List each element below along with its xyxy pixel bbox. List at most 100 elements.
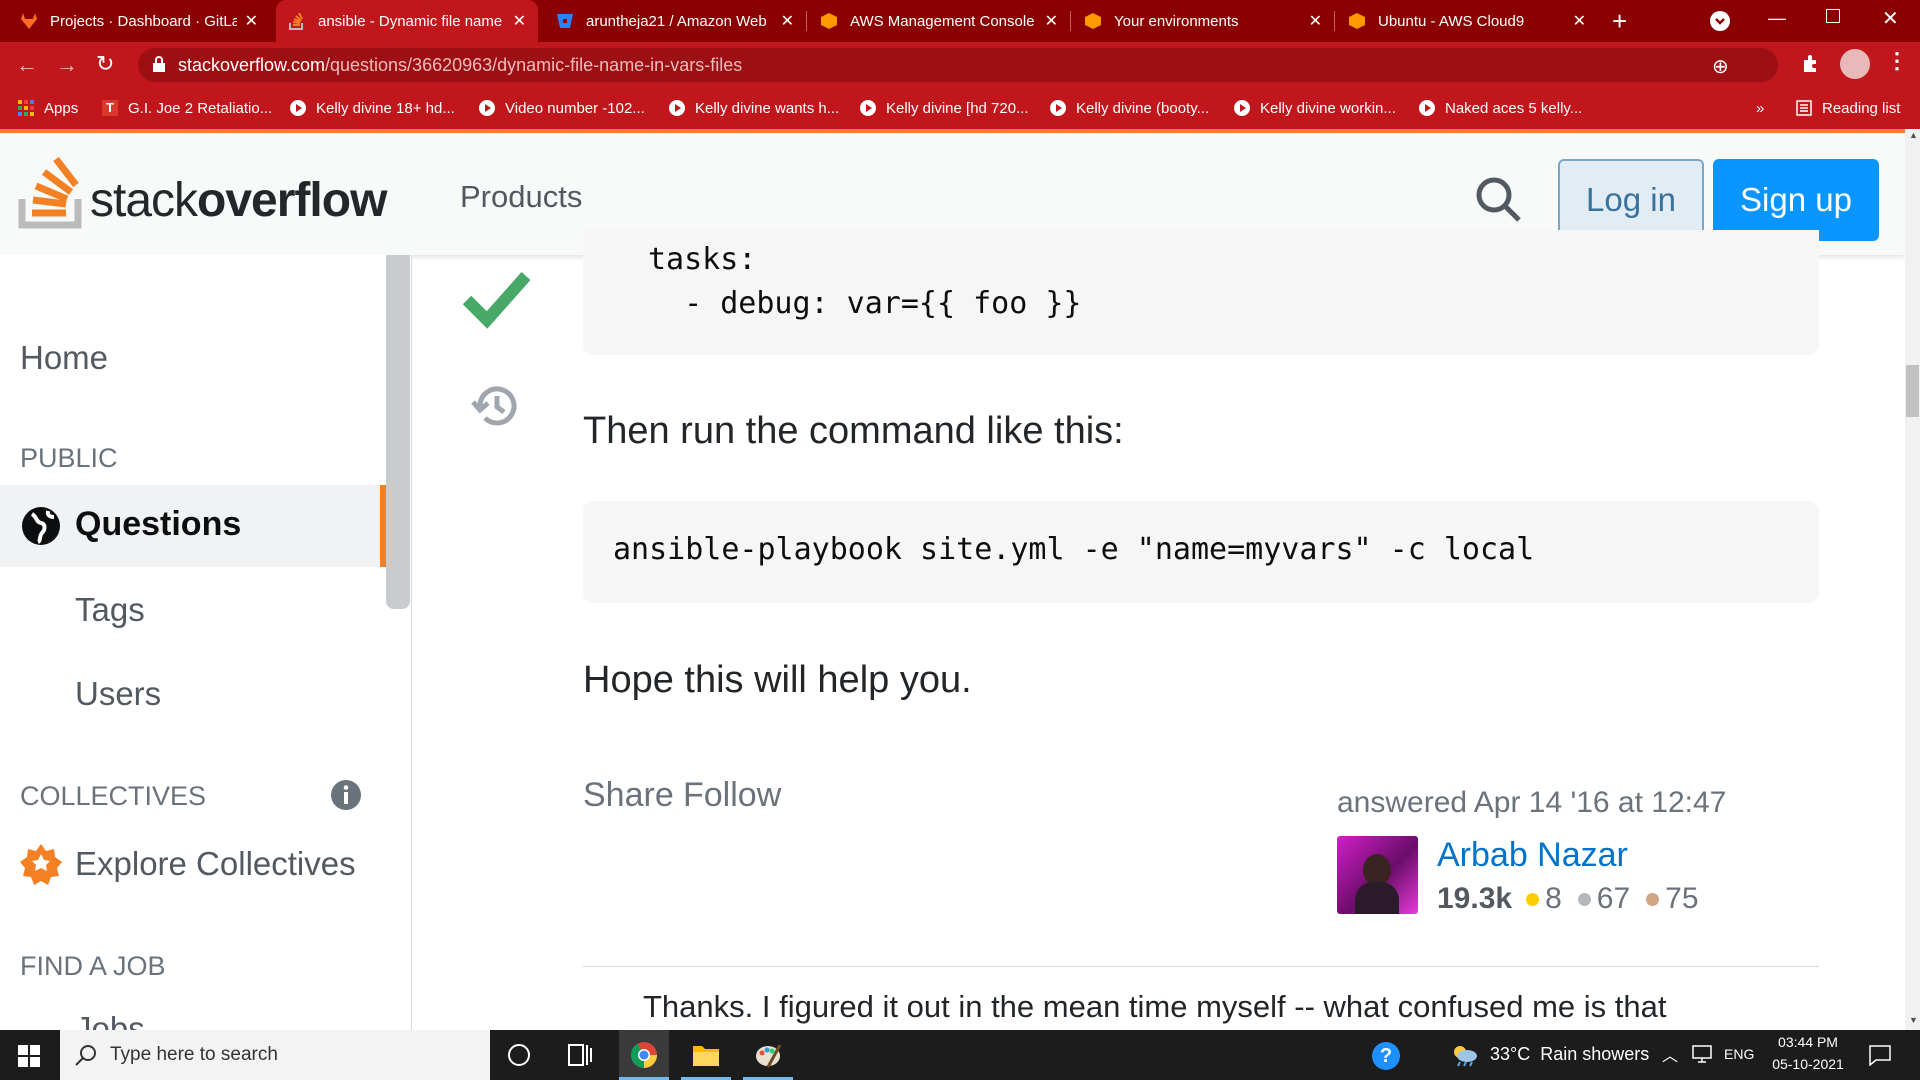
bronze-badge-icon xyxy=(1646,892,1660,906)
scroll-down-icon[interactable]: ▼ xyxy=(1909,1015,1918,1025)
close-tab-icon[interactable]: ✕ xyxy=(781,11,794,31)
products-menu[interactable]: Products xyxy=(460,179,582,215)
extensions-icon[interactable] xyxy=(1800,52,1822,79)
bookmark-item[interactable]: Kelly divine wants h... xyxy=(669,96,839,120)
bookmark-item[interactable]: Kelly divine [hd 720... xyxy=(860,96,1029,120)
nav-section-public: PUBLIC xyxy=(20,443,118,473)
nav-jobs[interactable]: Jobs xyxy=(75,1010,145,1030)
close-window-button[interactable]: ✕ xyxy=(1882,6,1899,31)
nav-explore-collectives[interactable]: Explore Collectives xyxy=(75,845,356,883)
user-name-link[interactable]: Arbab Nazar xyxy=(1437,836,1628,875)
minimize-button[interactable]: — xyxy=(1768,8,1786,29)
bookmark-item[interactable]: Kelly divine 18+ hd... xyxy=(290,96,455,120)
notification-icon[interactable] xyxy=(1868,1044,1892,1071)
new-tab-button[interactable]: + xyxy=(1612,6,1627,37)
windows-start-icon[interactable] xyxy=(18,1045,40,1072)
comments-divider xyxy=(583,966,1819,967)
nav-tags[interactable]: Tags xyxy=(75,591,145,629)
chevron-up-icon[interactable]: ︿ xyxy=(1662,1042,1678,1066)
close-tab-icon[interactable]: ✕ xyxy=(1309,11,1322,31)
logo-text-bold: overflow xyxy=(197,174,387,227)
bookmark-item[interactable]: Video number -102... xyxy=(479,96,645,120)
signup-button[interactable]: Sign up xyxy=(1713,159,1879,241)
follow-link[interactable]: Follow xyxy=(683,776,781,815)
close-tab-icon[interactable]: ✕ xyxy=(245,11,258,31)
reading-list-button[interactable]: Reading list xyxy=(1796,96,1900,120)
tab-gitlab[interactable]: Projects · Dashboard · GitLab ✕ xyxy=(8,0,270,42)
nav-section-collectives: COLLECTIVES xyxy=(20,781,207,811)
help-icon[interactable]: ? xyxy=(1372,1042,1400,1070)
more-bookmarks-button[interactable]: » xyxy=(1756,96,1764,120)
close-tab-icon[interactable]: ✕ xyxy=(513,11,526,31)
youtube-icon xyxy=(479,100,495,116)
page-scrollbar[interactable]: ▲ ▼ xyxy=(1905,129,1920,1030)
back-icon[interactable]: ← xyxy=(16,52,38,78)
tab-aws-console[interactable]: AWS Management Console ✕ xyxy=(808,0,1070,42)
history-icon[interactable] xyxy=(470,380,522,437)
clock-time[interactable]: 03:44 PM xyxy=(1768,1034,1848,1050)
answered-timestamp[interactable]: answered Apr 14 '16 at 12:47 xyxy=(1337,786,1726,820)
cortana-icon[interactable] xyxy=(508,1044,530,1066)
avatar-body xyxy=(1355,882,1399,914)
reload-icon[interactable]: ↻ xyxy=(96,51,114,77)
search-icon[interactable] xyxy=(1474,175,1524,230)
accepted-checkmark-icon[interactable] xyxy=(462,262,532,337)
url-path: /questions/36620963/dynamic-file-name-in… xyxy=(325,55,743,75)
clock-date[interactable]: 05-10-2021 xyxy=(1768,1056,1848,1072)
weather-text[interactable]: 33°C Rain showers xyxy=(1490,1044,1649,1065)
close-tab-icon[interactable]: ✕ xyxy=(1045,11,1058,31)
bookmark-item[interactable]: T G.I. Joe 2 Retaliatio... xyxy=(102,96,272,120)
bookmark-item[interactable]: Kelly divine workin... xyxy=(1234,96,1396,120)
info-icon[interactable] xyxy=(330,779,362,816)
url-host: stackoverflow.com xyxy=(178,55,326,75)
tab-title: ansible - Dynamic file name xyxy=(318,12,503,30)
bookmark-item[interactable]: Naked aces 5 kelly... xyxy=(1419,96,1582,120)
bookmark-item[interactable]: Kelly divine (booty... xyxy=(1050,96,1209,120)
nav-section-find-job: FIND A JOB xyxy=(20,951,166,981)
code-line: - debug: var={{ foo }} xyxy=(648,286,1082,321)
scroll-up-icon[interactable]: ▲ xyxy=(1909,130,1918,140)
menu-icon[interactable]: ⋮ xyxy=(1886,48,1908,74)
tab-cloud9[interactable]: Ubuntu - AWS Cloud9 ✕ xyxy=(1336,0,1598,42)
bronze-badge-count: 75 xyxy=(1665,882,1699,915)
login-button[interactable]: Log in xyxy=(1558,159,1704,241)
sidebar-scroll-thumb[interactable] xyxy=(386,255,410,609)
maximize-button[interactable] xyxy=(1826,9,1840,23)
nav-users[interactable]: Users xyxy=(75,675,161,713)
tab-strip: Projects · Dashboard · GitLab ✕ ansible … xyxy=(0,0,1920,42)
profile-avatar[interactable] xyxy=(1840,49,1870,79)
user-avatar[interactable] xyxy=(1337,836,1418,914)
stackoverflow-logo[interactable] xyxy=(18,153,84,234)
tab-search-button[interactable] xyxy=(1710,11,1730,31)
weather-icon[interactable] xyxy=(1450,1043,1478,1072)
zoom-icon[interactable]: ⊕ xyxy=(1712,54,1729,79)
taskbar-file-explorer[interactable] xyxy=(681,1030,731,1080)
aws-icon xyxy=(820,12,838,30)
forward-icon[interactable]: → xyxy=(56,52,78,78)
comment-clip: Thanks. I figured it out in the mean tim… xyxy=(643,989,1819,1030)
taskbar-chrome[interactable] xyxy=(619,1030,669,1080)
lock-icon xyxy=(152,56,166,77)
answer-paragraph: Then run the command like this: xyxy=(583,410,1124,452)
taskbar-search-box[interactable]: Type here to search xyxy=(60,1030,490,1080)
network-icon[interactable] xyxy=(1692,1044,1714,1069)
youtube-icon xyxy=(860,100,876,116)
address-bar[interactable]: stackoverflow.com /questions/36620963/dy… xyxy=(138,48,1778,82)
task-view-icon[interactable] xyxy=(568,1044,592,1071)
tab-bitbucket[interactable]: aruntheja21 / Amazon Web ✕ xyxy=(544,0,806,42)
page-scroll-thumb[interactable] xyxy=(1906,365,1919,417)
tab-stackoverflow[interactable]: ansible - Dynamic file name ✕ xyxy=(276,0,538,42)
tab-environments[interactable]: Your environments ✕ xyxy=(1072,0,1334,42)
nav-home[interactable]: Home xyxy=(20,339,108,377)
sidebar-scrollbar[interactable] xyxy=(386,255,410,609)
language-indicator[interactable]: ENG xyxy=(1724,1046,1754,1062)
nav-questions[interactable]: Questions xyxy=(0,485,386,567)
left-sidebar: Home PUBLIC Questions Tags Users COLLECT… xyxy=(0,255,412,1030)
taskbar-paint[interactable] xyxy=(743,1030,793,1080)
bookmark-apps[interactable]: Apps xyxy=(18,96,78,120)
code-block: tasks: - debug: var={{ foo }} xyxy=(583,230,1819,355)
collectives-star-icon xyxy=(20,843,62,890)
share-link[interactable]: Share xyxy=(583,776,674,815)
stackoverflow-icon xyxy=(18,156,82,229)
close-tab-icon[interactable]: ✕ xyxy=(1573,11,1586,31)
